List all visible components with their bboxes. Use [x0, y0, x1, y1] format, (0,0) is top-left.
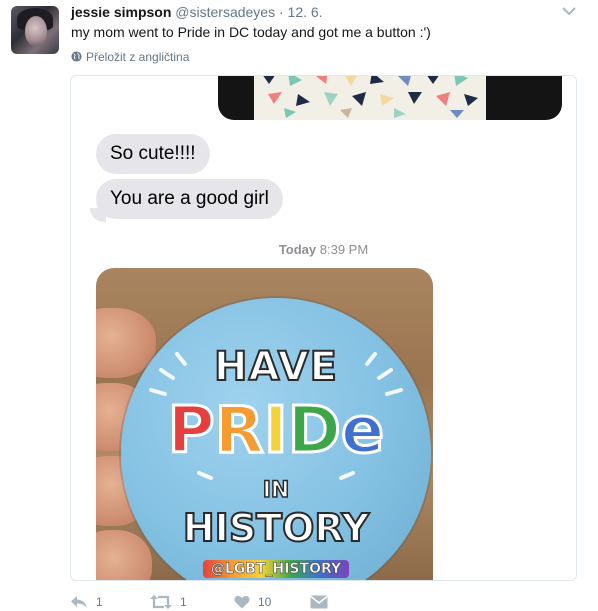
pin-text-have: HAVE: [213, 343, 338, 391]
retweet-button[interactable]: 1: [150, 594, 187, 610]
triangle-pattern: [254, 76, 486, 120]
pride-button: HAVE PRIDe IN HISTORY @LGBT_HISTORY: [121, 298, 431, 580]
header-separator: ·: [278, 4, 284, 20]
pride-letter: D: [286, 393, 342, 470]
pin-text-in: IN: [262, 477, 290, 504]
message-timestamp: Today 8:39 PM: [71, 242, 576, 257]
timestamp-time: 8:39 PM: [319, 242, 369, 257]
tweet-header: jessie simpson @sistersadeyes · 12. 6.: [71, 3, 323, 21]
timestamp-day: Today: [278, 242, 317, 257]
sent-image-bubble: [218, 76, 562, 120]
reply-count: 1: [96, 595, 103, 609]
author-name[interactable]: jessie simpson: [71, 4, 171, 20]
pin-text-history: HISTORY: [182, 505, 370, 551]
avatar-face: [25, 16, 47, 46]
button-photo: HAVE PRIDe IN HISTORY @LGBT_HISTORY: [96, 268, 433, 580]
globe-icon: [71, 51, 82, 62]
pride-letter: I: [262, 393, 289, 470]
heart-icon: [234, 595, 250, 609]
like-button[interactable]: 10: [234, 594, 271, 610]
retweet-icon: [150, 595, 172, 609]
author-handle[interactable]: @sistersadeyes: [175, 4, 275, 20]
translate-link[interactable]: Přeložit z angličtina: [71, 49, 189, 65]
pin-handle: @LGBT_HISTORY: [121, 560, 431, 578]
reply-button[interactable]: 1: [70, 594, 103, 610]
reply-icon: [71, 596, 87, 608]
retweet-count: 1: [180, 595, 187, 609]
pin-handle-label: @LGBT_HISTORY: [202, 560, 350, 578]
received-message: So cute!!!!: [96, 134, 210, 174]
tweet-date[interactable]: 12. 6.: [288, 4, 323, 20]
pin-text-pride: PRIDe: [121, 393, 431, 470]
pride-letter: R: [213, 393, 265, 470]
tweet-media[interactable]: So cute!!!! You are a good girl Today 8:…: [70, 75, 577, 581]
translate-label: Přeložit z angličtina: [86, 50, 190, 64]
received-message: You are a good girl: [96, 179, 283, 219]
pride-letter: P: [166, 393, 216, 470]
pride-letter: e: [339, 393, 385, 470]
direct-message-button[interactable]: [310, 594, 328, 610]
tweet-text: my mom went to Pride in DC today and got…: [71, 24, 431, 40]
user-avatar[interactable]: [11, 6, 59, 54]
direct-message-icon: [310, 595, 328, 609]
chevron-down-icon[interactable]: [562, 6, 576, 16]
like-count: 10: [258, 595, 272, 609]
